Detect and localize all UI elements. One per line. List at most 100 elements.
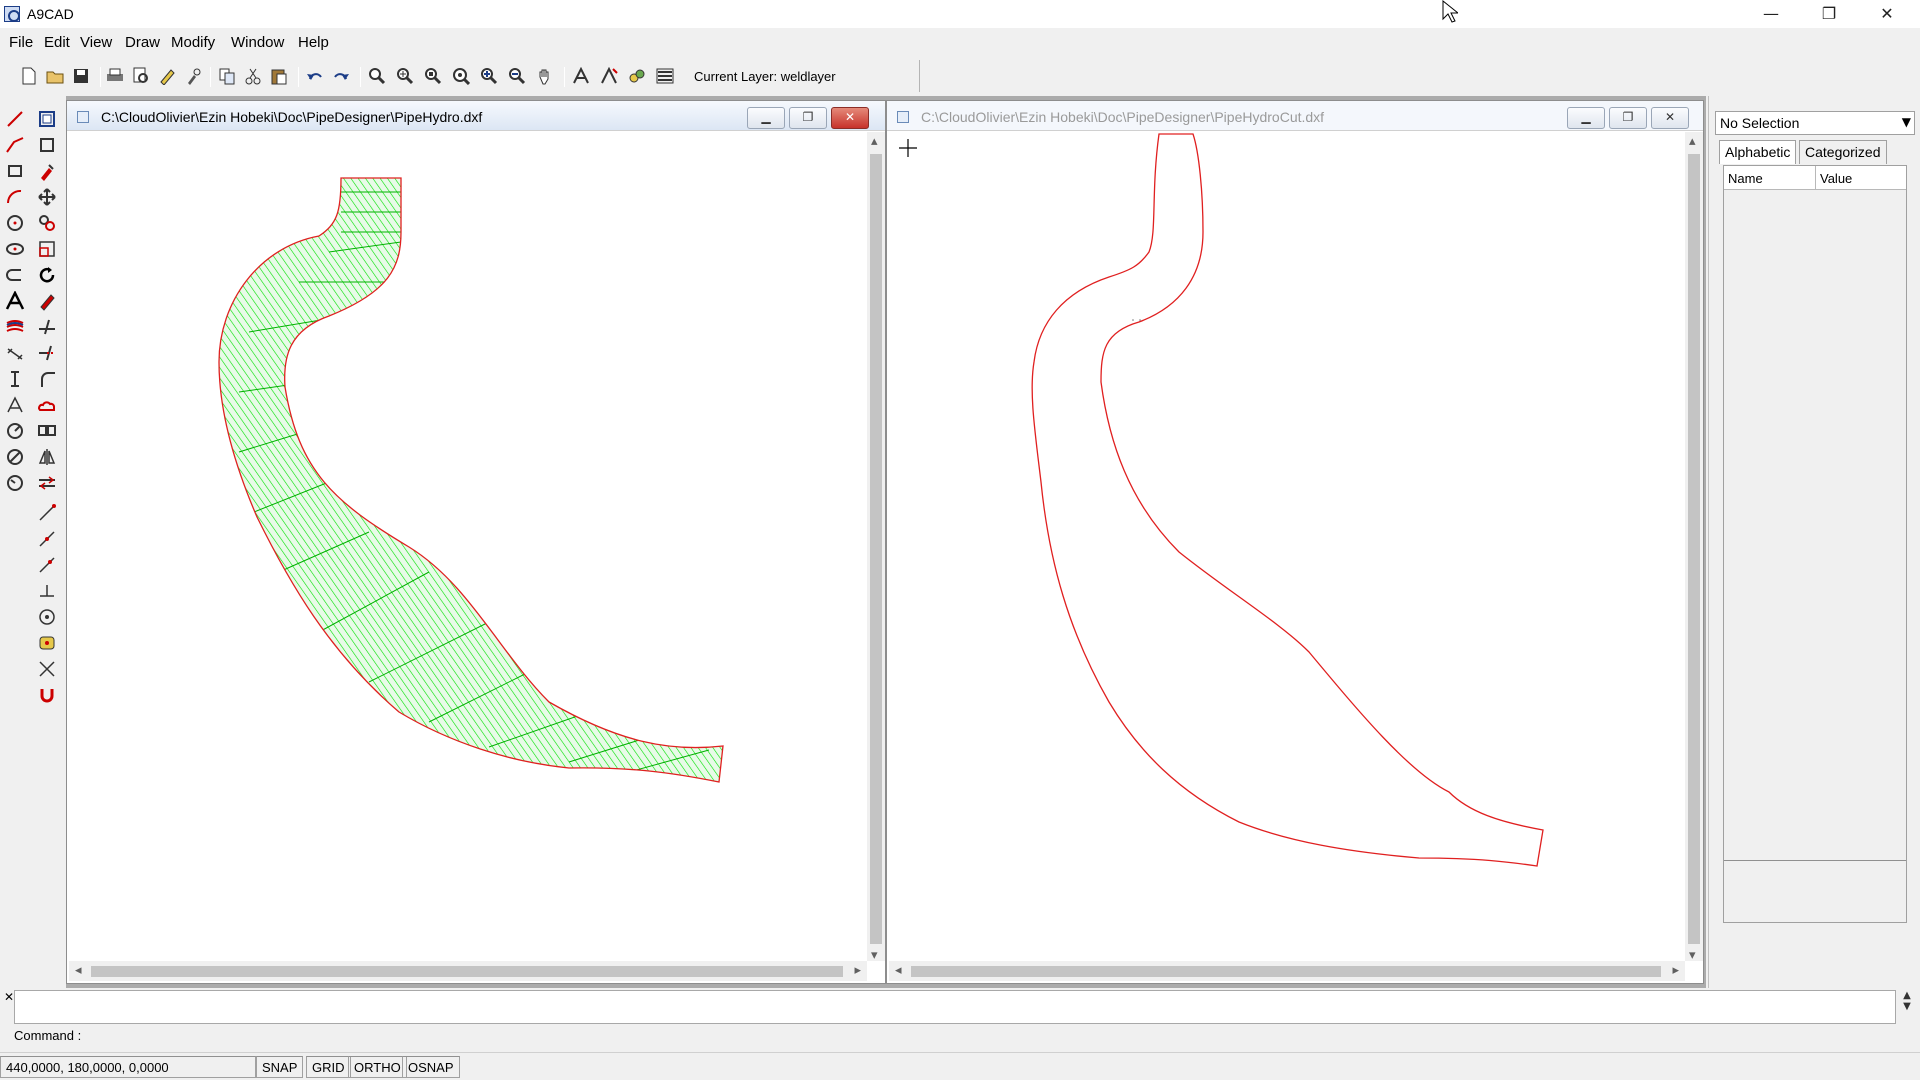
fillet-icon[interactable] bbox=[34, 366, 60, 392]
redo-icon[interactable] bbox=[330, 64, 352, 88]
extend-icon[interactable] bbox=[34, 340, 60, 366]
pen-icon[interactable] bbox=[156, 64, 178, 88]
scroll-thumb[interactable] bbox=[911, 966, 1661, 977]
grid-toggle[interactable]: GRID bbox=[306, 1056, 351, 1078]
rotate-icon[interactable] bbox=[34, 262, 60, 288]
drawing-canvas[interactable] bbox=[69, 132, 861, 962]
pan-icon[interactable] bbox=[534, 64, 556, 88]
scroll-right-arrow-icon[interactable]: ▸ bbox=[1672, 963, 1679, 978]
drawing-window-pipehydrocut[interactable]: C:\CloudOlivier\Ezin Hobeki\Doc\PipeDesi… bbox=[886, 100, 1704, 984]
snap-magnet-icon[interactable] bbox=[34, 682, 60, 708]
cut-icon[interactable] bbox=[242, 64, 264, 88]
drawing-horizontal-scrollbar[interactable]: ◂ ▸ bbox=[69, 961, 867, 981]
save-icon[interactable] bbox=[70, 64, 92, 88]
copy-icon[interactable] bbox=[216, 64, 238, 88]
hatch-icon[interactable] bbox=[2, 314, 28, 340]
scroll-down-arrow-icon[interactable]: ▾ bbox=[871, 948, 878, 963]
print-preview-icon[interactable] bbox=[130, 64, 152, 88]
mirror-icon[interactable] bbox=[34, 444, 60, 470]
scroll-left-arrow-icon[interactable]: ◂ bbox=[895, 963, 902, 978]
print-icon[interactable] bbox=[104, 64, 126, 88]
zoom-in-icon[interactable] bbox=[478, 64, 500, 88]
close-button[interactable]: ✕ bbox=[1858, 0, 1916, 28]
command-history[interactable] bbox=[14, 990, 1896, 1024]
dim-style-icon[interactable] bbox=[598, 64, 620, 88]
scroll-thumb[interactable] bbox=[870, 154, 882, 944]
stretch-box-icon[interactable] bbox=[34, 132, 60, 158]
offset-icon[interactable] bbox=[34, 470, 60, 496]
child-minimize-button[interactable]: ▁ bbox=[747, 107, 785, 129]
selection-dropdown[interactable]: No Selection ▼ bbox=[1715, 111, 1915, 135]
menu-help[interactable]: Help bbox=[298, 34, 329, 51]
layers-icon[interactable] bbox=[654, 64, 676, 88]
snap-perpendicular-icon[interactable] bbox=[34, 578, 60, 604]
circle-icon[interactable] bbox=[2, 210, 28, 236]
copy-objects-icon[interactable] bbox=[34, 210, 60, 236]
text-style-icon[interactable] bbox=[570, 64, 592, 88]
menu-draw[interactable]: Draw bbox=[125, 34, 160, 51]
scroll-up-arrow-icon[interactable]: ▴ bbox=[871, 134, 878, 149]
scroll-right-arrow-icon[interactable]: ▸ bbox=[854, 963, 861, 978]
drawing-window-titlebar[interactable]: C:\CloudOlivier\Ezin Hobeki\Doc\PipeDesi… bbox=[887, 101, 1703, 131]
erase-icon[interactable] bbox=[34, 288, 60, 314]
zoom-previous-icon[interactable] bbox=[450, 64, 472, 88]
menu-edit[interactable]: Edit bbox=[44, 34, 70, 51]
drawing-canvas[interactable] bbox=[889, 132, 1681, 962]
scale-icon[interactable] bbox=[34, 236, 60, 262]
text-icon[interactable] bbox=[2, 288, 28, 314]
ortho-toggle[interactable]: ORTHO bbox=[348, 1056, 407, 1078]
open-folder-icon[interactable] bbox=[44, 64, 66, 88]
rectangle-icon[interactable] bbox=[2, 158, 28, 184]
restore-button[interactable]: ❐ bbox=[1800, 0, 1858, 28]
child-restore-button[interactable]: ❐ bbox=[789, 107, 827, 129]
scroll-left-arrow-icon[interactable]: ◂ bbox=[75, 963, 82, 978]
menu-view[interactable]: View bbox=[80, 34, 112, 51]
drawing-vertical-scrollbar[interactable]: ▴ ▾ bbox=[1685, 132, 1703, 963]
minimize-button[interactable]: — bbox=[1742, 0, 1800, 28]
dimension-angular-icon[interactable] bbox=[2, 392, 28, 418]
scroll-thumb[interactable] bbox=[1688, 154, 1700, 944]
snap-center-icon[interactable] bbox=[34, 604, 60, 630]
command-scroll-arrows[interactable]: ▲ ▼ bbox=[1898, 990, 1916, 1026]
zoom-out-icon[interactable] bbox=[506, 64, 528, 88]
scroll-thumb[interactable] bbox=[91, 966, 843, 977]
undo-icon[interactable] bbox=[304, 64, 326, 88]
dimension-radius-icon[interactable] bbox=[2, 418, 28, 444]
select-icon[interactable] bbox=[34, 106, 60, 132]
osnap-toggle[interactable]: OSNAP bbox=[402, 1056, 460, 1078]
ellipse-icon[interactable] bbox=[2, 236, 28, 262]
drawing-vertical-scrollbar[interactable]: ▴ ▾ bbox=[867, 132, 885, 963]
snap-toggle[interactable]: SNAP bbox=[256, 1056, 304, 1078]
drawing-window-titlebar[interactable]: C:\CloudOlivier\Ezin Hobeki\Doc\PipeDesi… bbox=[67, 101, 885, 131]
menu-file[interactable]: File bbox=[9, 34, 33, 51]
scroll-up-arrow-icon[interactable]: ▴ bbox=[1689, 134, 1696, 149]
array-icon[interactable] bbox=[34, 418, 60, 444]
property-grid[interactable]: Name Value bbox=[1723, 165, 1907, 923]
layer-properties-icon[interactable] bbox=[626, 64, 648, 88]
line-icon[interactable] bbox=[2, 106, 28, 132]
arc-icon[interactable] bbox=[2, 184, 28, 210]
drawing-window-pipehydro[interactable]: C:\CloudOlivier\Ezin Hobeki\Doc\PipeDesi… bbox=[66, 100, 886, 984]
dimension-aligned-icon[interactable] bbox=[2, 340, 28, 366]
zoom-window-icon[interactable] bbox=[366, 64, 388, 88]
paste-icon[interactable] bbox=[268, 64, 290, 88]
child-close-button[interactable]: ✕ bbox=[831, 107, 869, 129]
polyline-icon[interactable] bbox=[2, 132, 28, 158]
polyline-arc-icon[interactable] bbox=[2, 262, 28, 288]
command-close-icon[interactable]: ✕ bbox=[4, 990, 14, 1004]
snap-endpoint-icon[interactable] bbox=[34, 500, 60, 526]
paint-icon[interactable] bbox=[34, 158, 60, 184]
move-icon[interactable] bbox=[34, 184, 60, 210]
snap-nearest-icon[interactable] bbox=[34, 552, 60, 578]
new-file-icon[interactable] bbox=[18, 64, 40, 88]
menu-modify[interactable]: Modify bbox=[171, 34, 215, 51]
snap-intersection-icon[interactable] bbox=[34, 656, 60, 682]
child-minimize-button[interactable]: ▁ bbox=[1567, 107, 1605, 129]
snap-node-icon[interactable] bbox=[34, 630, 60, 656]
drawing-horizontal-scrollbar[interactable]: ◂ ▸ bbox=[889, 961, 1685, 981]
dimension-center-icon[interactable] bbox=[2, 470, 28, 496]
tab-alphabetic[interactable]: Alphabetic bbox=[1719, 140, 1797, 164]
dimension-diameter-icon[interactable] bbox=[2, 444, 28, 470]
tab-categorized[interactable]: Categorized bbox=[1799, 140, 1887, 164]
child-restore-button[interactable]: ❐ bbox=[1609, 107, 1647, 129]
